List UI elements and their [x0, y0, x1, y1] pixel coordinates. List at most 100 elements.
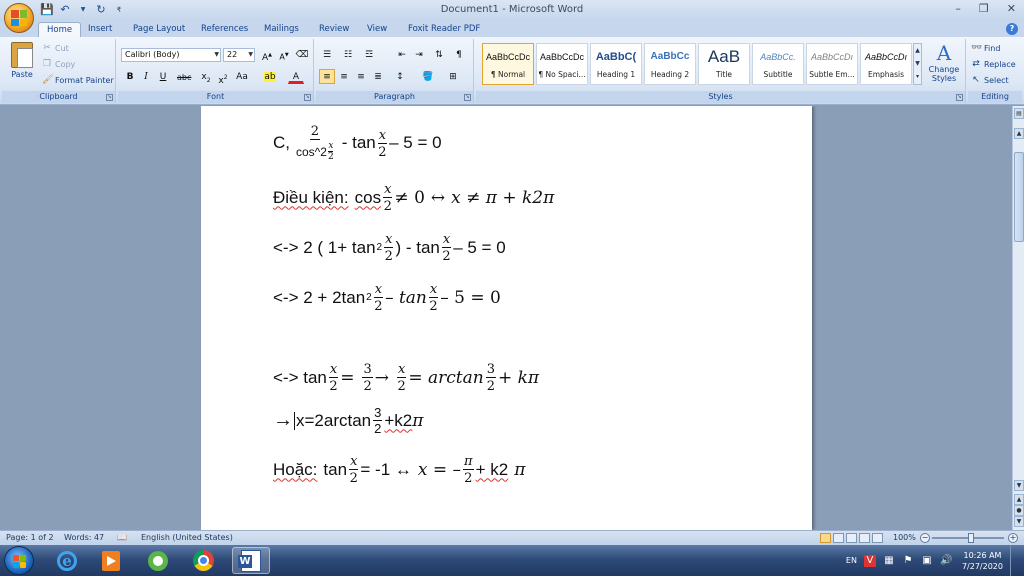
- superscript-button[interactable]: x2: [215, 69, 231, 86]
- change-styles-button[interactable]: A Change Styles: [926, 41, 962, 83]
- bold-button[interactable]: B: [122, 69, 138, 84]
- align-left-button[interactable]: ≡: [319, 69, 335, 84]
- numbering-button[interactable]: ☷: [340, 47, 356, 62]
- font-size-combo[interactable]: 22 ▼: [223, 48, 255, 62]
- zoom-in-button[interactable]: +: [1008, 533, 1018, 543]
- clipboard-dialog-launcher[interactable]: ↘: [106, 94, 113, 101]
- sort-button[interactable]: ⇅: [431, 47, 447, 62]
- antivirus-icon[interactable]: V: [863, 554, 876, 567]
- highlight-button[interactable]: ab: [262, 69, 278, 84]
- font-color-button[interactable]: A: [288, 69, 304, 84]
- tab-review[interactable]: Review: [319, 22, 349, 38]
- print-layout-view-button[interactable]: [820, 533, 831, 543]
- underline-button[interactable]: U: [155, 69, 171, 84]
- style-subtle-emphasis[interactable]: AaBbCcDı Subtle Em...: [806, 43, 858, 85]
- borders-button[interactable]: ⊞: [445, 69, 461, 84]
- increase-indent-button[interactable]: ⇥: [411, 47, 427, 62]
- style-no-spacing[interactable]: AaBbCcDc ¶ No Spaci...: [536, 43, 588, 85]
- paste-button[interactable]: Paste: [6, 41, 38, 87]
- network-icon[interactable]: ▣: [921, 555, 933, 567]
- bullets-button[interactable]: ☰: [319, 47, 335, 62]
- style-gallery-scroll[interactable]: ▲ ▼ ▾: [913, 43, 922, 85]
- input-language[interactable]: EN: [846, 556, 857, 565]
- font-group-label: Font: [118, 91, 313, 103]
- justify-button[interactable]: ≣: [370, 69, 386, 84]
- zoom-level[interactable]: 100%: [893, 533, 916, 542]
- shrink-font-button[interactable]: A▼: [276, 47, 292, 62]
- taskbar-internet-explorer[interactable]: e: [48, 547, 86, 574]
- tab-page-layout[interactable]: Page Layout: [133, 22, 185, 38]
- taskbar-word[interactable]: [232, 547, 270, 574]
- taskbar-media-player[interactable]: [92, 547, 130, 574]
- find-button[interactable]: 👓 Find: [971, 43, 1000, 53]
- strikethrough-button[interactable]: abc: [176, 69, 192, 84]
- close-button[interactable]: ✕: [1007, 2, 1016, 15]
- copy-button[interactable]: ❐ Copy: [42, 59, 75, 69]
- tab-home[interactable]: Home: [38, 22, 82, 38]
- change-case-button[interactable]: Aa: [234, 69, 250, 84]
- scroll-down-button[interactable]: ▼: [1014, 480, 1024, 491]
- style-heading-1[interactable]: AaBbC( Heading 1: [590, 43, 642, 85]
- help-icon[interactable]: ?: [1006, 23, 1018, 35]
- tab-foxit-reader-pdf[interactable]: Foxit Reader PDF: [408, 22, 480, 38]
- restore-button[interactable]: ❐: [979, 2, 989, 15]
- volume-icon[interactable]: 🔊: [940, 555, 952, 567]
- style-subtitle[interactable]: AaBbCc. Subtitle: [752, 43, 804, 85]
- browse-object-button[interactable]: ●: [1014, 505, 1024, 516]
- next-page-button[interactable]: ▼: [1014, 516, 1024, 527]
- style-heading-2[interactable]: AaBbCc Heading 2: [644, 43, 696, 85]
- show-desktop-button[interactable]: [1010, 545, 1020, 576]
- scroll-up-button[interactable]: ▲: [1014, 128, 1024, 139]
- word-count[interactable]: Words: 47: [64, 533, 104, 542]
- equation-line-5: <-> tan x 2 = 3 2 → x 2 = arctan 3 2 + k…: [273, 362, 539, 393]
- cut-button[interactable]: ✂ Cut: [42, 43, 69, 53]
- vertical-scrollbar[interactable]: ▤ ▲ ▼ ▲ ● ▼: [1012, 106, 1024, 530]
- font-dialog-launcher[interactable]: ↘: [304, 94, 311, 101]
- style-emphasis[interactable]: AaBbCcDı Emphasis: [860, 43, 912, 85]
- taskbar-coccoc-browser[interactable]: [139, 547, 177, 574]
- show-formatting-button[interactable]: ¶: [451, 47, 467, 62]
- zoom-slider-knob[interactable]: [968, 533, 974, 543]
- full-screen-view-button[interactable]: [833, 533, 844, 543]
- style-normal[interactable]: AaBbCcDc ¶ Normal: [482, 43, 534, 85]
- previous-page-button[interactable]: ▲: [1014, 494, 1024, 505]
- style-title[interactable]: AaB Title: [698, 43, 750, 85]
- format-painter-button[interactable]: 🖌 Format Painter: [42, 75, 114, 85]
- grow-font-button[interactable]: A▲: [259, 47, 275, 63]
- clear-formatting-button[interactable]: ⌫: [294, 47, 310, 62]
- align-right-button[interactable]: ≡: [353, 69, 369, 84]
- decrease-indent-button[interactable]: ⇤: [394, 47, 410, 62]
- office-button[interactable]: [4, 3, 34, 33]
- outline-view-button[interactable]: [859, 533, 870, 543]
- minimize-button[interactable]: –: [955, 2, 961, 15]
- page-count[interactable]: Page: 1 of 2: [6, 533, 54, 542]
- font-name-combo[interactable]: Calibri (Body) ▼: [121, 48, 221, 62]
- start-button[interactable]: [4, 546, 34, 575]
- clock[interactable]: 10:26 AM 7/27/2020: [962, 550, 1003, 572]
- multilevel-list-button[interactable]: ☲: [361, 47, 377, 62]
- draft-view-button[interactable]: [872, 533, 883, 543]
- proofing-icon[interactable]: 📖: [117, 533, 127, 542]
- tab-view[interactable]: View: [367, 22, 387, 38]
- subscript-button[interactable]: x2: [198, 69, 214, 84]
- zoom-out-button[interactable]: −: [920, 533, 930, 543]
- document-page[interactable]: C, 2 cos^2 x 2 - tan x 2 – 5 = 0 Điều ki…: [201, 106, 812, 530]
- paragraph-dialog-launcher[interactable]: ↘: [464, 94, 471, 101]
- shading-button[interactable]: 🪣: [420, 69, 436, 84]
- line-spacing-button[interactable]: ↕: [392, 69, 408, 84]
- tab-insert[interactable]: Insert: [88, 22, 112, 38]
- align-center-button[interactable]: ≡: [336, 69, 352, 84]
- flag-icon[interactable]: ⚑: [902, 555, 914, 567]
- italic-button[interactable]: I: [138, 69, 154, 84]
- styles-dialog-launcher[interactable]: ↘: [956, 94, 963, 101]
- app-tray-icon[interactable]: ▦: [883, 555, 895, 567]
- tab-mailings[interactable]: Mailings: [264, 22, 299, 38]
- ruler-toggle-icon[interactable]: ▤: [1014, 108, 1024, 119]
- tab-references[interactable]: References: [201, 22, 248, 38]
- web-layout-view-button[interactable]: [846, 533, 857, 543]
- taskbar-chrome[interactable]: [184, 547, 222, 574]
- select-button[interactable]: ↖ Select: [971, 75, 1008, 85]
- scroll-thumb[interactable]: [1014, 152, 1024, 242]
- replace-button[interactable]: ⇄ Replace: [971, 59, 1015, 69]
- language-status[interactable]: English (United States): [141, 533, 233, 542]
